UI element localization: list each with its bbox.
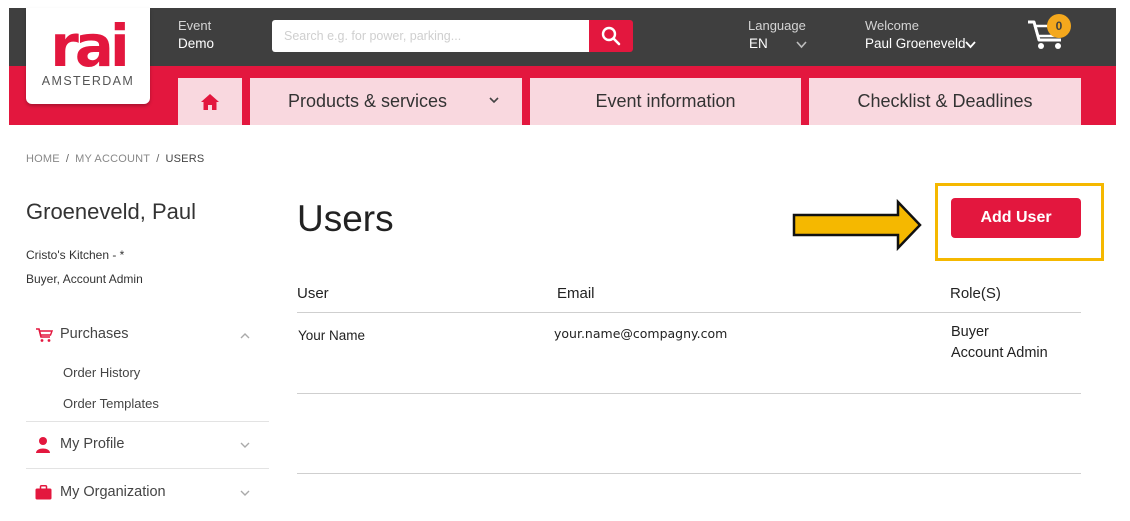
tab-event-information-label: Event information [595,91,736,111]
rai-logo[interactable]: rai AMSTERDAM [26,8,150,104]
cart-icon [36,328,53,342]
event-label: Event [178,18,212,33]
chevron-down-icon [489,97,499,104]
event-value[interactable]: Demo [178,36,214,51]
column-header-email: Email [557,285,595,302]
sidebar-item-purchases[interactable]: Purchases [30,326,269,346]
account-roles: Buyer, Account Admin [26,272,143,286]
account-name: Groeneveld, Paul [26,199,196,224]
search-button[interactable] [589,20,633,52]
table-cell-user: Your Name [298,328,366,343]
tab-products-services-label: Products & services [288,91,448,111]
breadcrumb-users: USERS [165,153,205,165]
sidebar-item-order-templates[interactable]: Order Templates [63,396,159,411]
table-row-divider [297,393,1081,394]
search-icon [601,26,621,46]
language-chevron-down-icon[interactable] [796,41,807,49]
page-title: Users [297,198,394,239]
language-label: Language [748,18,806,33]
sidebar-divider [26,468,269,469]
tab-checklist-deadlines[interactable]: Checklist & Deadlines [809,78,1081,125]
table-cell-role-account-admin: Account Admin [951,345,1048,361]
add-user-button[interactable]: Add User [951,198,1081,238]
arrow-pointer-icon [792,198,922,252]
svg-text:rai: rai [50,22,126,72]
welcome-label: Welcome [865,18,919,33]
breadcrumb: HOME / MY ACCOUNT / USERS [26,153,205,165]
chevron-down-icon [240,490,250,496]
chevron-down-icon [240,442,250,448]
table-cell-email: your.name@compagny.com [554,326,728,341]
rai-logo-mark: rai [50,22,130,72]
sidebar-item-my-organization[interactable]: My Organization [30,484,269,504]
logo-subtitle: AMSTERDAM [41,74,135,88]
breadcrumb-home[interactable]: HOME [26,153,60,165]
language-select[interactable]: EN [749,36,768,51]
cart-count-badge: 0 [1047,14,1071,38]
person-icon [36,437,50,453]
sidebar-item-order-history[interactable]: Order History [63,365,140,380]
breadcrumb-my-account[interactable]: MY ACCOUNT [75,153,150,165]
search-input[interactable] [272,20,590,52]
sidebar-item-my-profile-label: My Profile [60,436,125,452]
column-header-roles: Role(S) [950,285,1001,302]
user-menu-chevron-down-icon[interactable] [965,41,976,49]
table-footer-divider [297,473,1081,474]
tab-home[interactable] [178,78,242,125]
tab-event-information[interactable]: Event information [530,78,801,125]
tab-checklist-deadlines-label: Checklist & Deadlines [857,91,1033,111]
table-cell-role-buyer: Buyer [951,324,989,340]
home-icon [201,93,219,110]
chevron-up-icon [240,333,250,339]
tab-products-services[interactable]: Products & services [250,78,522,125]
sidebar-item-purchases-label: Purchases [60,326,129,342]
briefcase-icon [35,485,52,500]
user-menu[interactable]: Paul Groeneveld [865,36,966,51]
sidebar-item-my-profile[interactable]: My Profile [30,436,269,456]
sidebar-item-my-organization-label: My Organization [60,484,166,500]
sidebar-divider [26,421,269,422]
company-name: Cristo's Kitchen - * [26,248,125,262]
table-header-divider [297,312,1081,313]
column-header-user: User [297,285,329,302]
